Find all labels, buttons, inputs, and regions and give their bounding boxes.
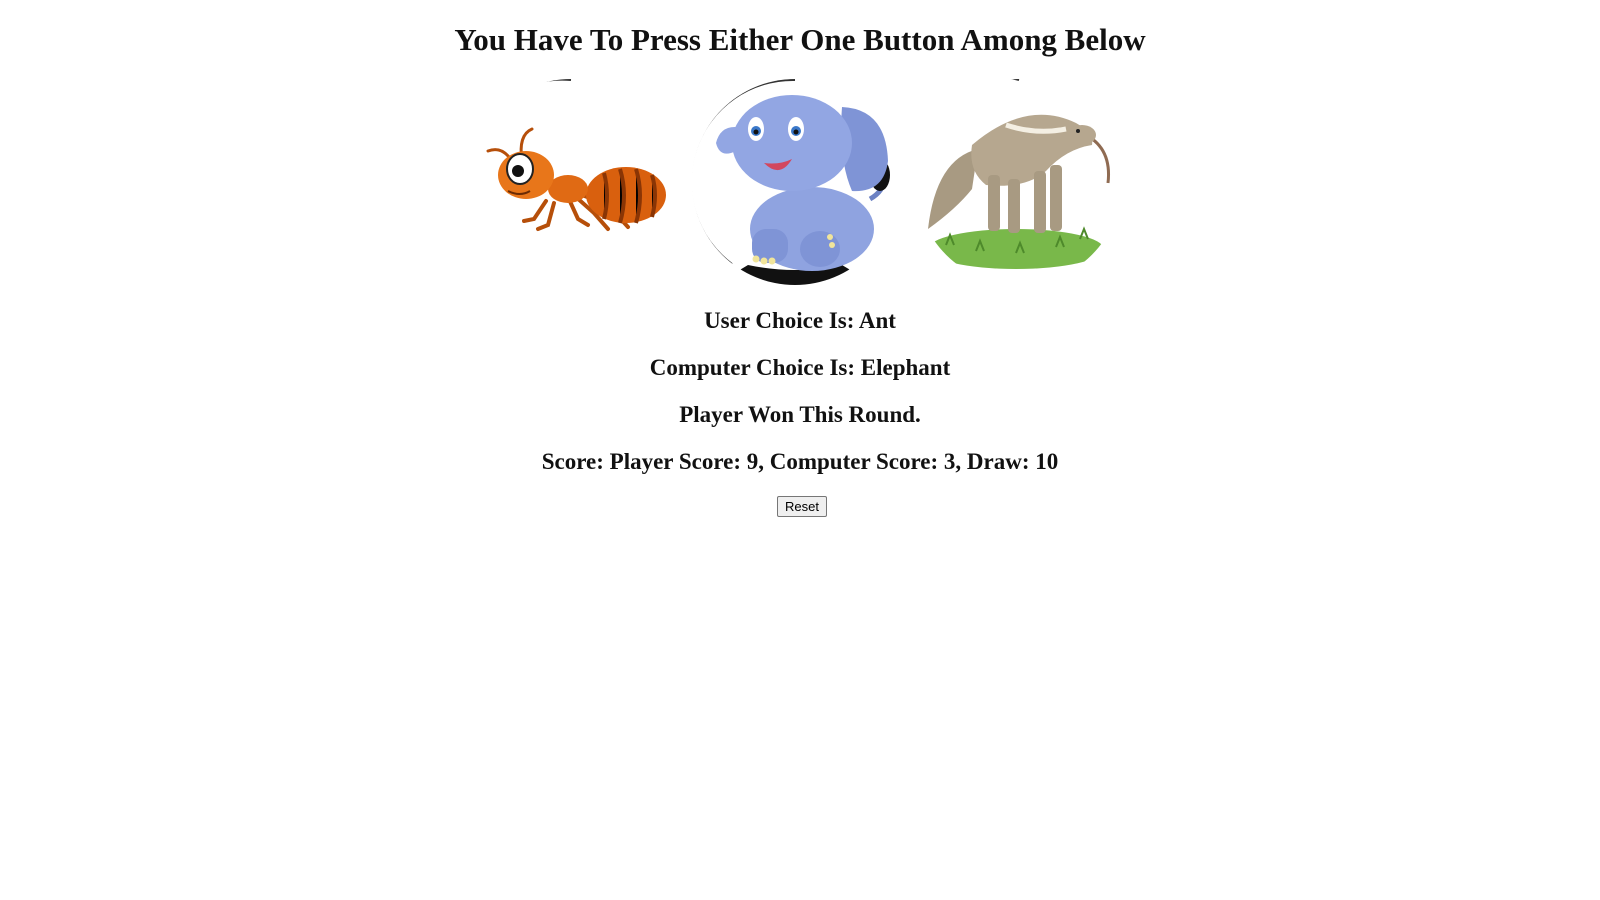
choice-buttons [468, 79, 1148, 285]
anteater-choice-button[interactable] [916, 79, 1122, 285]
computer-choice-text: Computer Choice Is: Elephant [649, 355, 951, 380]
user-choice-text: User Choice Is: Ant [704, 308, 896, 333]
round-result-text: Player Won This Round. [679, 402, 921, 427]
elephant-icon [692, 79, 897, 285]
ant-choice-button[interactable] [468, 79, 674, 285]
game-page: You Have To Press Either One Button Amon… [0, 0, 1600, 900]
page-title: You Have To Press Either One Button Amon… [454, 22, 1146, 57]
score-text: Score: Player Score: 9, Computer Score: … [541, 449, 1059, 474]
reset-button[interactable]: Reset [777, 496, 827, 517]
anteater-icon [916, 79, 1121, 284]
elephant-choice-button[interactable] [692, 79, 898, 285]
ant-icon [468, 79, 673, 284]
